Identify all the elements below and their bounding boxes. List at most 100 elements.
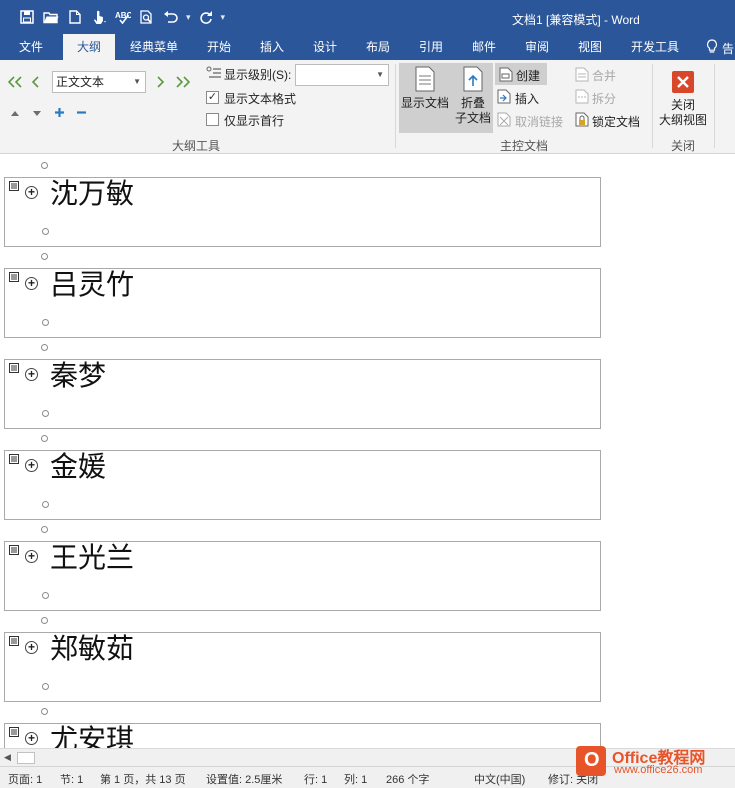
insert-button[interactable]: 插入 <box>515 90 539 107</box>
unlink-button[interactable]: 取消链接 <box>515 113 563 130</box>
paragraph-bullet[interactable] <box>42 228 49 235</box>
expand-plus-icon[interactable]: + <box>25 277 38 290</box>
status-column[interactable]: 列: 1 <box>344 771 367 787</box>
tab-view[interactable]: 视图 <box>571 34 609 60</box>
paragraph-bullet[interactable] <box>41 344 48 351</box>
tab-file[interactable]: 文件 <box>12 34 50 60</box>
paragraph-bullet[interactable] <box>41 526 48 533</box>
promote-to-heading1-icon[interactable] <box>8 76 23 88</box>
paragraph-bullet[interactable] <box>41 162 48 169</box>
tab-classic-menu[interactable]: 经典菜单 <box>124 34 184 60</box>
open-folder-icon[interactable] <box>42 7 60 27</box>
subdocument-icon[interactable] <box>9 181 19 191</box>
subdocument-block[interactable]: + 秦梦 <box>4 359 601 429</box>
undo-icon[interactable] <box>162 7 180 27</box>
status-page-of[interactable]: 第 1 页，共 13 页 <box>100 771 196 787</box>
subdocument-heading[interactable]: 秦梦 <box>50 359 106 393</box>
paragraph-bullet[interactable] <box>41 708 48 715</box>
show-text-format-checkbox[interactable]: ✓ <box>206 91 219 104</box>
first-line-only-label: 仅显示首行 <box>224 114 285 128</box>
first-line-only-checkbox[interactable] <box>206 113 219 126</box>
new-document-icon[interactable] <box>66 7 84 27</box>
subdocument-block[interactable]: + 金媛 <box>4 450 601 520</box>
move-down-icon[interactable] <box>32 110 42 117</box>
paragraph-bullet[interactable] <box>41 435 48 442</box>
paragraph-bullet[interactable] <box>41 617 48 624</box>
subdocument-heading[interactable]: 吕灵竹 <box>50 268 134 302</box>
create-button[interactable]: 创建 <box>516 67 540 84</box>
promote-icon[interactable] <box>31 76 41 88</box>
subdocument-heading[interactable]: 沈万敏 <box>50 177 134 211</box>
subdocument-block[interactable]: + 吕灵竹 <box>4 268 601 338</box>
subdocument-block[interactable]: + 郑敏茹 <box>4 632 601 702</box>
subdocument-block[interactable]: + 王光兰 <box>4 541 601 611</box>
paragraph-bullet[interactable] <box>42 410 49 417</box>
subdocument-icon[interactable] <box>9 545 19 555</box>
subdocument-block[interactable]: + 沈万敏 <box>4 177 601 247</box>
tab-design[interactable]: 设计 <box>306 34 344 60</box>
move-up-icon[interactable] <box>10 110 20 117</box>
lightbulb-icon[interactable] <box>706 39 718 55</box>
document-area[interactable]: + 沈万敏 + 吕灵竹 + 秦梦 + 金媛 + 王光兰 + 郑敏茹 + 尤安琪 <box>0 155 735 748</box>
expand-plus-icon[interactable]: + <box>25 368 38 381</box>
status-page[interactable]: 页面: 1 <box>8 771 42 787</box>
subdocument-heading[interactable]: 尤安琪 <box>50 723 134 748</box>
customize-qat-icon[interactable]: ▾ <box>221 12 226 23</box>
status-language[interactable]: 中文(中国) <box>474 771 525 787</box>
chevron-down-icon: ▼ <box>376 70 384 79</box>
subdocument-heading[interactable]: 王光兰 <box>50 541 134 575</box>
expand-plus-icon[interactable]: + <box>25 641 38 654</box>
lock-document-button[interactable]: 锁定文档 <box>592 113 640 130</box>
demote-to-body-icon[interactable] <box>175 76 190 88</box>
merge-button[interactable]: 合并 <box>592 67 616 84</box>
expand-icon[interactable] <box>54 107 65 118</box>
scroll-thumb[interactable] <box>17 752 35 764</box>
paragraph-bullet[interactable] <box>42 592 49 599</box>
collapse-subdocuments-button[interactable]: 折叠 子文档 <box>453 66 493 126</box>
redo-icon[interactable] <box>197 7 215 27</box>
tab-insert[interactable]: 插入 <box>253 34 291 60</box>
tab-developer[interactable]: 开发工具 <box>625 34 685 60</box>
tab-references[interactable]: 引用 <box>412 34 450 60</box>
subdocument-icon[interactable] <box>9 272 19 282</box>
status-section[interactable]: 节: 1 <box>60 771 83 787</box>
tell-me-label[interactable]: 告 <box>722 40 734 57</box>
touch-mode-icon[interactable] <box>90 7 108 27</box>
expand-plus-icon[interactable]: + <box>25 550 38 563</box>
save-icon[interactable] <box>18 7 36 27</box>
subdocument-icon[interactable] <box>9 363 19 373</box>
close-outline-view-button[interactable]: 关闭 大纲视图 <box>656 70 710 128</box>
tab-home[interactable]: 开始 <box>200 34 238 60</box>
tab-outline[interactable]: 大纲 <box>63 34 115 60</box>
paragraph-bullet[interactable] <box>42 501 49 508</box>
subdocument-icon[interactable] <box>9 636 19 646</box>
expand-plus-icon[interactable]: + <box>25 459 38 472</box>
undo-dropdown-icon[interactable]: ▾ <box>186 12 191 23</box>
demote-icon[interactable] <box>155 76 165 88</box>
status-word-count[interactable]: 266 个字 <box>386 771 429 787</box>
scroll-left-icon[interactable]: ◀ <box>4 752 11 763</box>
show-level-combo[interactable]: ▼ <box>295 64 389 86</box>
subdocument-block[interactable]: + 尤安琪 <box>4 723 601 748</box>
expand-plus-icon[interactable]: + <box>25 732 38 745</box>
tab-mailings[interactable]: 邮件 <box>465 34 503 60</box>
print-preview-icon[interactable] <box>138 7 156 27</box>
paragraph-bullet[interactable] <box>42 319 49 326</box>
subdocument-icon[interactable] <box>9 727 19 737</box>
spelling-check-icon[interactable]: ABC <box>114 7 132 27</box>
tab-review[interactable]: 审阅 <box>518 34 556 60</box>
tab-layout[interactable]: 布局 <box>359 34 397 60</box>
outline-level-combo[interactable]: 正文文本 ▼ <box>52 71 146 93</box>
paragraph-bullet[interactable] <box>42 683 49 690</box>
subdocument-heading[interactable]: 郑敏茹 <box>50 632 134 666</box>
subdocument-heading[interactable]: 金媛 <box>50 450 106 484</box>
status-position[interactable]: 设置值: 2.5厘米 <box>206 771 282 787</box>
expand-plus-icon[interactable]: + <box>25 186 38 199</box>
status-line[interactable]: 行: 1 <box>304 771 327 787</box>
subdocument-icon[interactable] <box>9 454 19 464</box>
split-button[interactable]: 拆分 <box>592 90 616 107</box>
collapse-icon[interactable] <box>76 107 87 118</box>
group-divider <box>652 64 653 148</box>
show-document-button[interactable]: 显示文档 <box>399 66 451 111</box>
paragraph-bullet[interactable] <box>41 253 48 260</box>
